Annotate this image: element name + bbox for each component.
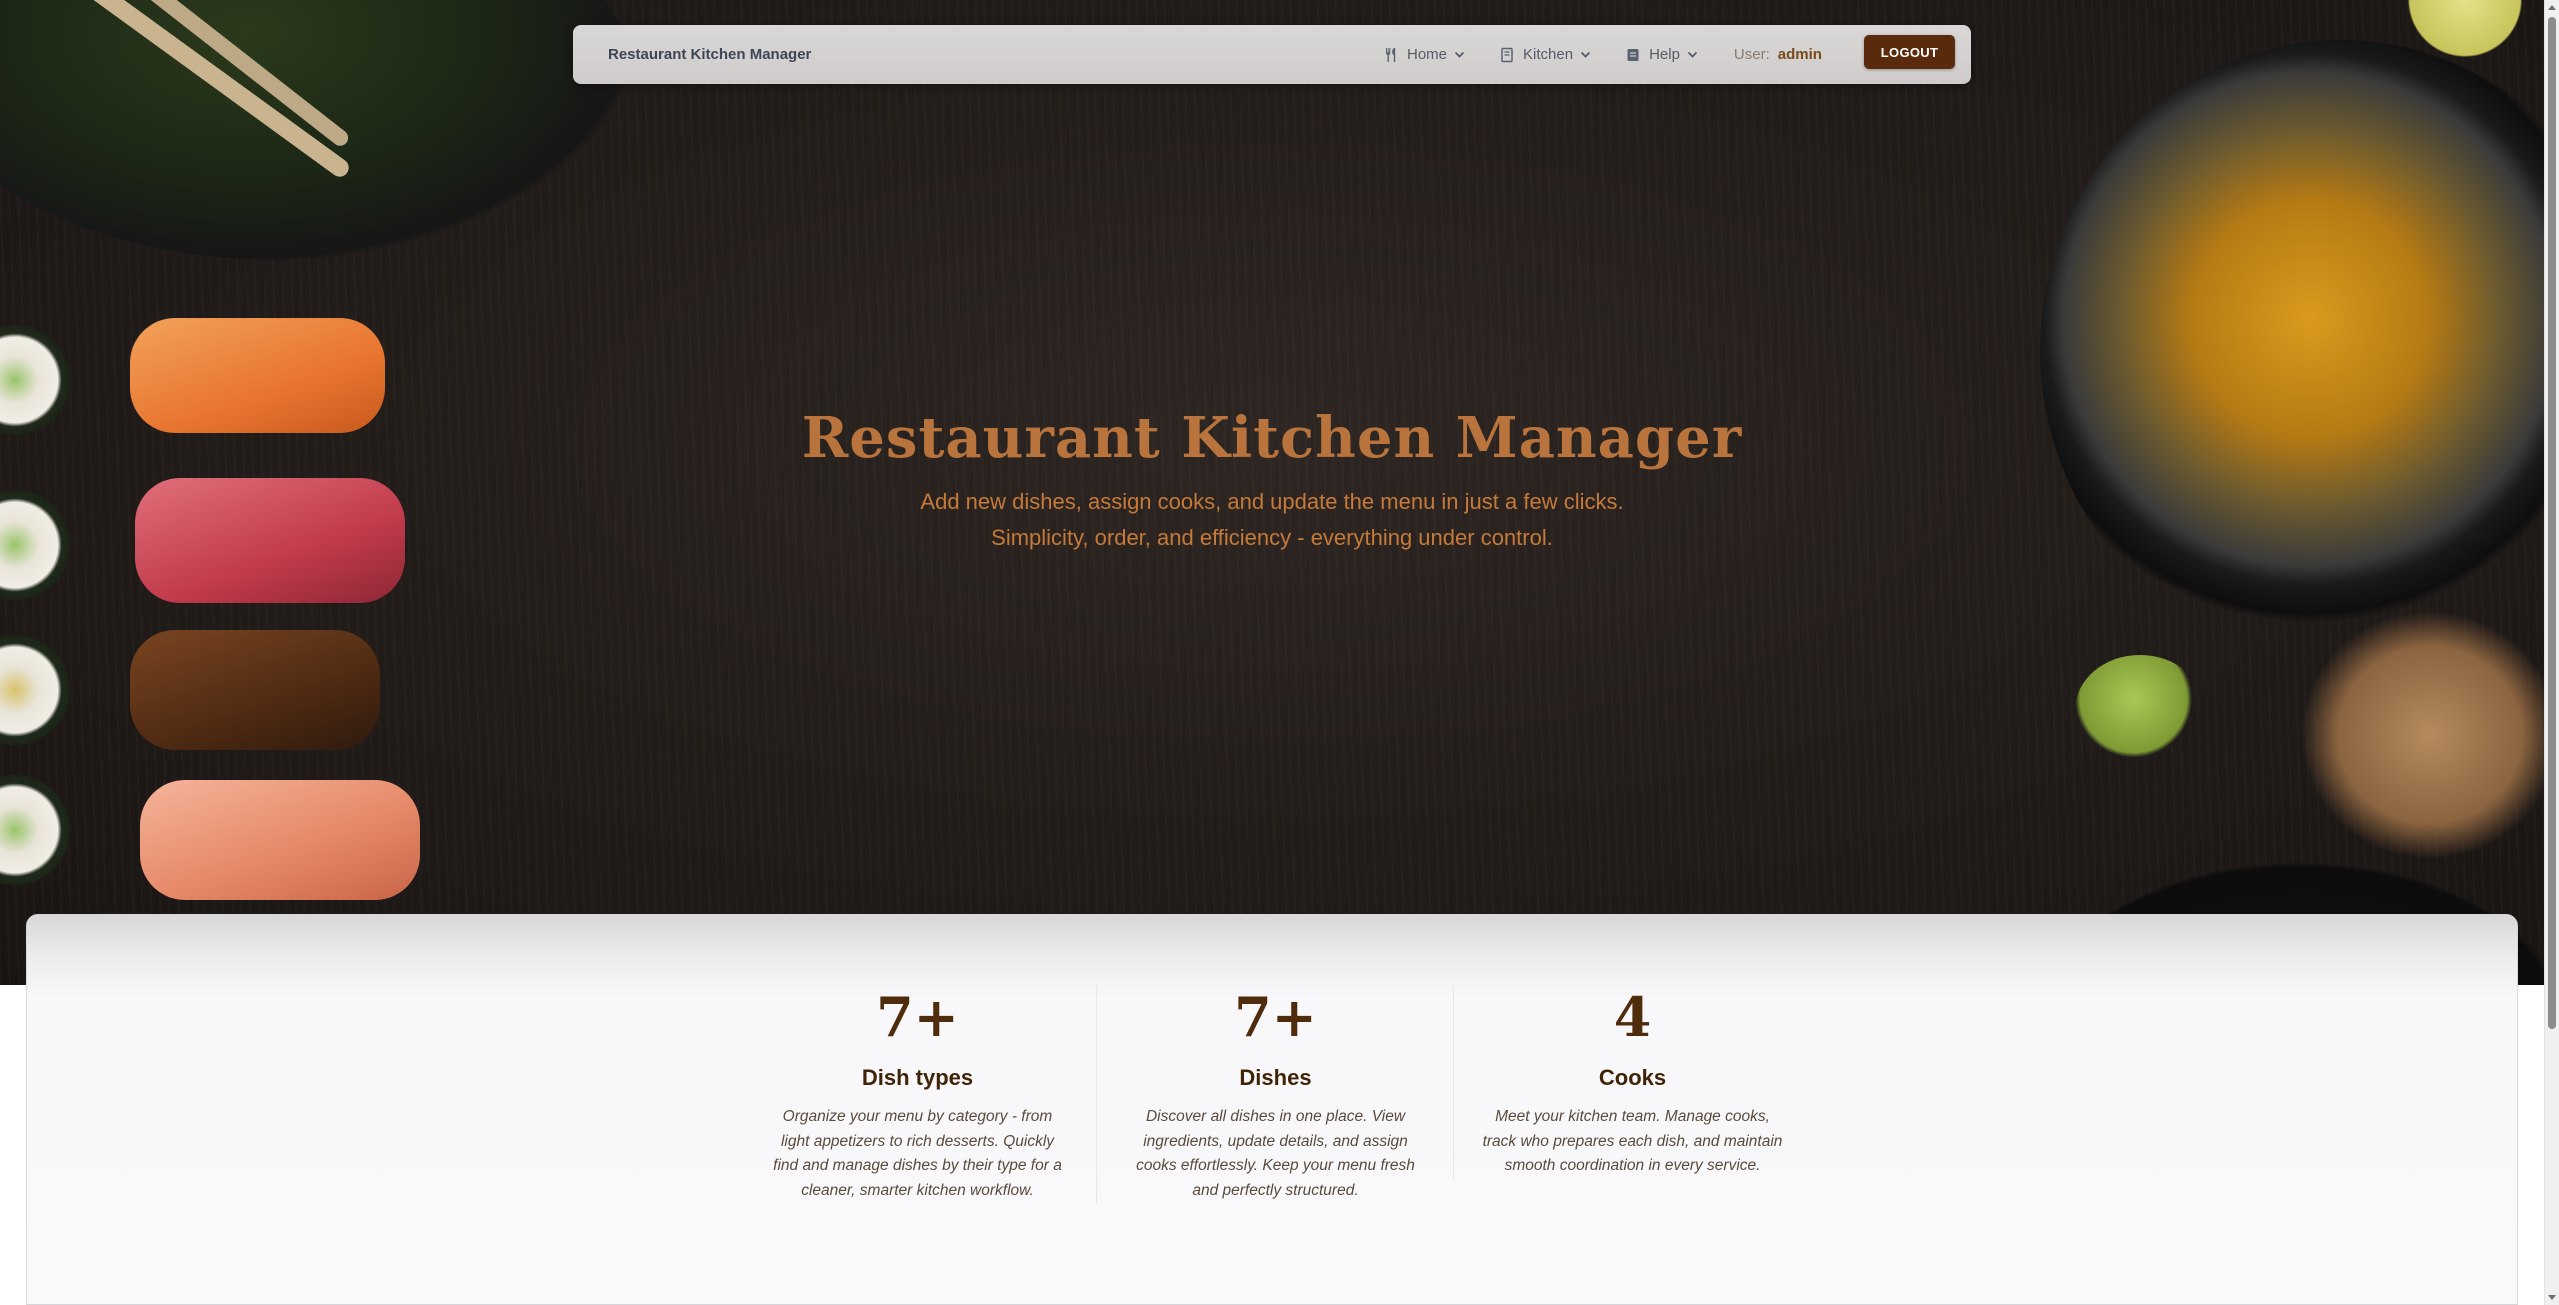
stats-panel: 7+ Dish types Organize your menu by cate… xyxy=(26,914,2518,1305)
eel-nigiri-image xyxy=(130,630,380,750)
stat-number: 7+ xyxy=(876,985,959,1049)
nav-help-dropdown[interactable]: Help xyxy=(1625,46,1698,63)
scrollbar-thumb[interactable] xyxy=(2548,17,2556,1029)
book-icon xyxy=(1499,47,1515,63)
shrimp-nigiri-image xyxy=(140,780,420,900)
hero-title: Restaurant Kitchen Manager xyxy=(801,405,1743,471)
utensils-icon xyxy=(1383,47,1399,63)
nav-menu: Home Kitchen Help User: admin xyxy=(1383,25,1822,84)
logout-button[interactable]: LOGOUT xyxy=(1864,35,1955,69)
stat-title: Dish types xyxy=(861,1065,974,1090)
user-label: User: xyxy=(1733,46,1770,63)
scroll-down-arrow-icon[interactable] xyxy=(2548,1295,2556,1300)
chevron-down-icon xyxy=(1687,49,1698,60)
stat-description: Meet your kitchen team. Manage cooks, tr… xyxy=(1482,1108,1783,1174)
hero-subtitle-line1: Add new dishes, assign cooks, and update… xyxy=(920,489,1624,514)
stat-description: Organize your menu by category - from li… xyxy=(773,1108,1062,1199)
stat-description: Discover all dishes in one place. View i… xyxy=(1136,1108,1415,1199)
stat-title: Cooks xyxy=(1598,1065,1667,1090)
top-navbar: Restaurant Kitchen Manager Home Kitchen … xyxy=(573,25,1971,84)
page: Restaurant Kitchen Manager Add new dishe… xyxy=(0,0,2559,1305)
stat-card-cooks[interactable]: 4 Cooks Meet your kitchen team. Manage c… xyxy=(1453,985,1811,1179)
stat-card-dish-types[interactable]: 7+ Dish types Organize your menu by cate… xyxy=(739,985,1096,1203)
nav-home-dropdown[interactable]: Home xyxy=(1383,46,1465,63)
help-book-icon xyxy=(1625,47,1641,63)
hero-section: Restaurant Kitchen Manager Add new dishe… xyxy=(0,0,2544,985)
user-name: admin xyxy=(1777,46,1822,63)
current-user: User: admin xyxy=(1734,46,1822,63)
stat-title: Dishes xyxy=(1239,1065,1312,1090)
brand-title[interactable]: Restaurant Kitchen Manager xyxy=(608,25,811,84)
nav-kitchen-label: Kitchen xyxy=(1523,46,1574,63)
ginger-root-image xyxy=(2300,610,2544,860)
stat-number: 4 xyxy=(1613,985,1652,1049)
chevron-down-icon xyxy=(1580,49,1591,60)
nav-kitchen-dropdown[interactable]: Kitchen xyxy=(1499,46,1591,63)
stat-number: 7+ xyxy=(1234,985,1317,1049)
wasabi-image xyxy=(2075,655,2205,765)
nav-home-label: Home xyxy=(1407,46,1448,63)
page-scrollbar[interactable] xyxy=(2544,0,2559,1305)
stat-card-dishes[interactable]: 7+ Dishes Discover all dishes in one pla… xyxy=(1096,985,1454,1203)
scroll-up-arrow-icon[interactable] xyxy=(2548,5,2556,10)
chevron-down-icon xyxy=(1454,49,1465,60)
hero-subtitle-line2: Simplicity, order, and efficiency - ever… xyxy=(991,525,1553,550)
nav-help-label: Help xyxy=(1649,46,1680,63)
